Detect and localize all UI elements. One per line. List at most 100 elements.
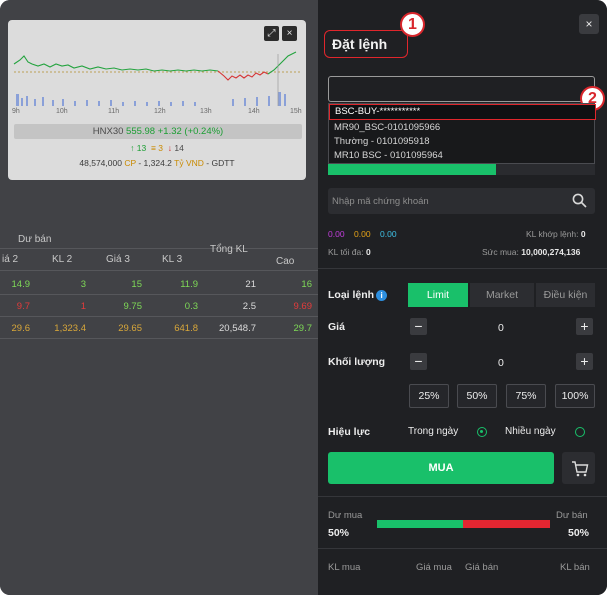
- cart-button[interactable]: [562, 452, 595, 484]
- order-type-limit[interactable]: Limit: [408, 283, 468, 307]
- flat-count: 3: [158, 143, 164, 153]
- up-arrow-icon: ↑: [130, 143, 135, 153]
- bid-ratio-bar: [377, 520, 463, 528]
- time-label: 13h: [200, 108, 212, 115]
- volume-summary: 48,574,000 CP - 1,324.2 Tỷ VND - GDTT: [8, 158, 306, 168]
- account-option[interactable]: Thường - 0101095918: [334, 136, 430, 147]
- price-decrease-button[interactable]: −: [410, 318, 427, 335]
- trade-value: - 1,324.2: [138, 158, 172, 168]
- cell: 16: [301, 279, 312, 290]
- search-input[interactable]: Nhập mã chứng khoán: [332, 196, 429, 207]
- time-label: 14h: [248, 108, 260, 115]
- time-label: 12h: [154, 108, 166, 115]
- radio-multiday[interactable]: [575, 427, 585, 437]
- gdtt-label: - GDTT: [206, 158, 235, 168]
- col-header: iá 2: [2, 254, 19, 265]
- ceiling-price: 0.00: [328, 229, 345, 239]
- col-header-bid-price: Giá mua: [416, 562, 452, 573]
- percent-25-button[interactable]: 25%: [409, 384, 449, 408]
- price-line-green: [13, 55, 219, 72]
- time-label: 10h: [56, 108, 68, 115]
- account-option[interactable]: BSC-BUY-***********: [335, 106, 420, 117]
- cell: 1: [80, 301, 86, 312]
- flat-icon: ≡: [148, 143, 156, 153]
- price-increase-button[interactable]: +: [576, 318, 593, 335]
- divider: [318, 268, 607, 269]
- cell: 9.75: [123, 301, 143, 312]
- col-header-bid-volume: KL mua: [328, 562, 361, 573]
- cell: 1,323.4: [54, 323, 86, 334]
- cart-icon: [572, 461, 589, 477]
- time-label: 15h: [290, 108, 302, 115]
- cell: 21: [245, 279, 256, 290]
- price-line-green-end: [267, 51, 297, 75]
- col-header: KL 2: [52, 254, 73, 265]
- quantity-increase-button[interactable]: +: [576, 353, 593, 370]
- index-change: +1.32 (+0.24%): [157, 126, 224, 137]
- intraday-chart: [13, 51, 300, 106]
- up-count: 13: [136, 143, 147, 153]
- divider: [0, 316, 318, 317]
- bid-label: Dư mua: [328, 510, 363, 521]
- cell: 29.6: [11, 323, 31, 334]
- divider: [0, 248, 318, 249]
- ask-percent: 50%: [568, 527, 590, 539]
- down-count: 14: [174, 143, 184, 153]
- quantity-decrease-button[interactable]: −: [410, 353, 427, 370]
- index-summary: HNX30 555.98 +1.32 (+0.24%): [14, 124, 302, 139]
- percent-75-button[interactable]: 75%: [506, 384, 546, 408]
- cell: 20,548.7: [219, 323, 256, 334]
- cell: 14.9: [11, 279, 31, 290]
- tab-indicator: [328, 164, 496, 175]
- search-icon[interactable]: [572, 193, 587, 208]
- price-input[interactable]: 0: [498, 322, 504, 334]
- account-option[interactable]: MR90_BSC-0101095966: [334, 122, 440, 133]
- account-select[interactable]: [328, 76, 595, 102]
- close-icon[interactable]: ×: [579, 14, 599, 34]
- cell: 641.8: [174, 323, 198, 334]
- account-dropdown: BSC-BUY-*********** MR90_BSC-0101095966 …: [328, 103, 596, 164]
- ask-label: Dư bán: [556, 510, 588, 521]
- cell: 2.5: [242, 301, 256, 312]
- market-board-background: ⤢ × 9h 10h 11h 12h 13h 14h 15h HNX30 555…: [0, 0, 318, 595]
- index-chart-card: ⤢ × 9h 10h 11h 12h 13h 14h 15h HNX30 555…: [8, 20, 306, 180]
- order-type-market[interactable]: Market: [470, 283, 534, 307]
- max-volume: KL tối đa: 0: [328, 247, 371, 257]
- buy-button[interactable]: MUA: [328, 452, 554, 484]
- bid-percent: 50%: [328, 527, 350, 539]
- quantity-input[interactable]: 0: [498, 357, 504, 369]
- order-type-conditional[interactable]: Điều kiện: [536, 283, 595, 307]
- ask-ratio-bar: [463, 520, 550, 528]
- unit-label: Tỷ VND: [174, 158, 204, 168]
- percent-50-button[interactable]: 50%: [457, 384, 497, 408]
- selected-account-highlight[interactable]: BSC-BUY-***********: [329, 104, 596, 120]
- quantity-label: Khối lượng: [328, 356, 386, 368]
- cell: 9.69: [293, 301, 313, 312]
- tab-track: [496, 164, 595, 175]
- time-label: 11h: [108, 108, 120, 115]
- account-option[interactable]: MR10 BSC - 0101095964: [334, 150, 443, 161]
- matched-volume: KL khớp lệnh: 0: [526, 229, 586, 239]
- cell: 11.9: [180, 279, 198, 290]
- close-chart-icon[interactable]: ×: [282, 26, 297, 41]
- down-arrow-icon: ↓: [165, 143, 173, 153]
- radio-day[interactable]: [477, 427, 487, 437]
- group-header-ask: Dư bán: [18, 234, 52, 245]
- panel-title: Đặt lệnh: [332, 36, 388, 52]
- expand-icon[interactable]: ⤢: [264, 26, 279, 41]
- percent-100-button[interactable]: 100%: [555, 384, 595, 408]
- advance-decline: ↑ 13 ≡ 3 ↓ 14: [8, 143, 306, 153]
- col-header-ask-volume: KL bán: [560, 562, 590, 573]
- price-label: Giá: [328, 321, 345, 333]
- symbol-search[interactable]: Nhập mã chứng khoán: [328, 188, 595, 214]
- cell: 29.7: [293, 323, 313, 334]
- divider: [318, 496, 607, 497]
- validity-option-multiday[interactable]: Nhiều ngày: [505, 426, 556, 437]
- info-icon: i: [376, 289, 388, 301]
- cp-label: CP: [124, 158, 136, 168]
- validity-option-day[interactable]: Trong ngày: [408, 426, 458, 437]
- divider: [0, 294, 318, 295]
- divider: [318, 548, 607, 549]
- step-badge-1: 1: [400, 12, 425, 37]
- cell: 15: [131, 279, 142, 290]
